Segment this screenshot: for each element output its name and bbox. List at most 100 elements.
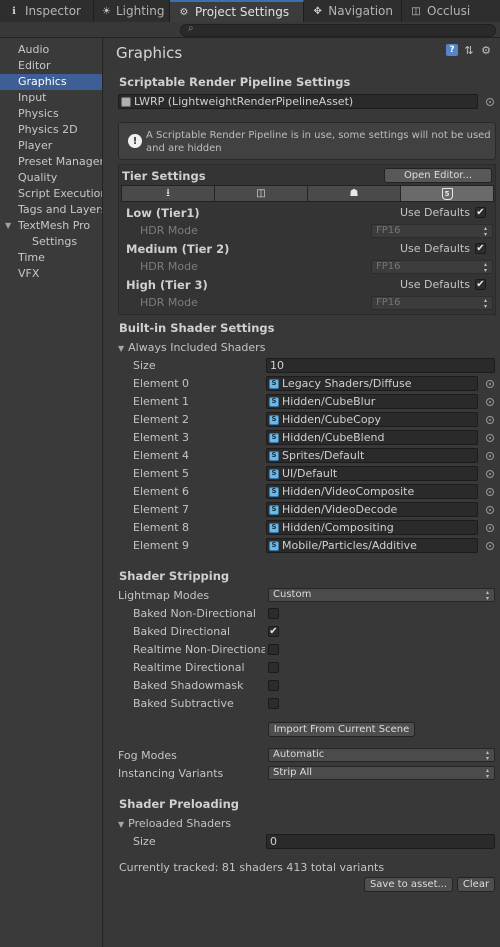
tab-project-settings[interactable]: ⚙ Project Settings [170, 0, 304, 22]
tier-medium-label: Medium (Tier 2) [126, 242, 230, 256]
lightmap-option-checkbox[interactable] [268, 608, 279, 619]
sidebar-item-tags-layers[interactable]: Tags and Layers [0, 202, 102, 218]
object-picker-icon[interactable] [486, 524, 494, 532]
size-label: Size [133, 359, 156, 372]
hdr-mode-label: HDR Mode [140, 296, 198, 309]
sidebar-item-editor[interactable]: Editor [0, 58, 102, 74]
shader-value: Hidden/Compositing [282, 521, 394, 534]
info-icon: ! [128, 134, 142, 148]
shader-value: UI/Default [282, 467, 338, 480]
element-label: Element 7 [133, 503, 190, 516]
shader-object-field[interactable]: S Mobile/Particles/Additive [266, 538, 478, 553]
download-icon: ⭳ [166, 186, 170, 199]
search-icon: ⌕ [188, 23, 194, 34]
tier-medium-use-defaults-checkbox[interactable]: ✔ [475, 243, 486, 254]
srp-asset-field[interactable]: LWRP (LightweightRenderPipelineAsset) [118, 94, 478, 109]
shader-object-field[interactable]: S Legacy Shaders/Diffuse [266, 376, 478, 391]
element-label: Element 8 [133, 521, 190, 534]
sidebar-item-physics-2d[interactable]: Physics 2D [0, 122, 102, 138]
sidebar-item-input[interactable]: Input [0, 90, 102, 106]
shader-value: Legacy Shaders/Diffuse [282, 377, 412, 390]
expanded-triangle-icon[interactable]: ▼ [5, 218, 11, 234]
object-picker-icon[interactable] [486, 488, 494, 496]
tab-platform-android[interactable]: ☗ [308, 186, 401, 201]
object-picker-icon[interactable] [486, 434, 494, 442]
shader-object-field[interactable]: S Hidden/CubeBlend [266, 430, 478, 445]
lightmap-option-checkbox[interactable]: ✔ [268, 626, 279, 637]
always-included-size-field[interactable]: 10 [266, 358, 495, 373]
sidebar-item-script-execution[interactable]: Script Execution Order [0, 186, 102, 202]
shader-object-field[interactable]: S Hidden/CubeBlur [266, 394, 478, 409]
help-book-icon[interactable]: ? [446, 44, 458, 56]
sidebar-item-audio[interactable]: Audio [0, 42, 102, 58]
search-input[interactable]: ⌕ [180, 23, 496, 37]
shader-value: Hidden/CubeCopy [282, 413, 382, 426]
lightmap-option-checkbox[interactable] [268, 662, 279, 673]
element-label: Element 4 [133, 449, 190, 462]
tab-inspector[interactable]: ℹ Inspector [0, 0, 94, 22]
object-picker-icon[interactable] [486, 542, 494, 550]
open-editor-button[interactable]: Open Editor... [384, 168, 492, 183]
save-to-asset-button[interactable]: Save to asset... [364, 877, 453, 892]
srp-heading: Scriptable Render Pipeline Settings [119, 75, 351, 89]
sidebar-item-textmesh-pro[interactable]: ▼ TextMesh Pro [0, 218, 102, 234]
tab-navigation[interactable]: ✥ Navigation [304, 0, 402, 22]
shader-object-field[interactable]: S Hidden/VideoDecode [266, 502, 478, 517]
tier-low-use-defaults-checkbox[interactable]: ✔ [475, 207, 486, 218]
navigation-icon: ✥ [313, 5, 322, 17]
tab-platform-webgl[interactable]: 5 [401, 186, 493, 201]
shader-object-field[interactable]: S UI/Default [266, 466, 478, 481]
object-picker-icon[interactable] [486, 416, 494, 424]
object-picker-icon[interactable] [486, 380, 494, 388]
always-included-foldout[interactable]: ▼ Always Included Shaders [118, 341, 265, 354]
shader-object-field[interactable]: S Hidden/CubeCopy [266, 412, 478, 427]
shader-object-field[interactable]: S Hidden/Compositing [266, 520, 478, 535]
object-picker-icon[interactable] [486, 452, 494, 460]
sidebar-item-time[interactable]: Time [0, 250, 102, 266]
lightmap-option-checkbox[interactable] [268, 680, 279, 691]
tier-high-use-defaults-checkbox[interactable]: ✔ [475, 279, 486, 290]
lightmap-modes-label: Lightmap Modes [118, 589, 210, 602]
tab-platform-standalone[interactable]: ⭳ [122, 186, 215, 201]
platform-tabs: ⭳ ◫ ☗ 5 [121, 185, 494, 202]
shader-object-field[interactable]: S Sprites/Default [266, 448, 478, 463]
object-picker-icon[interactable] [486, 470, 494, 478]
tier-medium-hdr-dropdown[interactable]: FP16 [371, 260, 493, 274]
shader-object-field[interactable]: S Hidden/VideoComposite [266, 484, 478, 499]
gear-icon[interactable]: ⚙ [480, 44, 492, 57]
preloaded-size-field[interactable]: 0 [266, 834, 495, 849]
sidebar-item-graphics[interactable]: Graphics [0, 74, 102, 90]
import-from-scene-button[interactable]: Import From Current Scene [268, 722, 415, 737]
fog-modes-label: Fog Modes [118, 749, 177, 762]
sidebar-item-label: TextMesh Pro [18, 219, 91, 232]
tier-high-hdr-dropdown[interactable]: FP16 [371, 296, 493, 310]
tab-occlusion[interactable]: ◫ Occlusi [402, 0, 500, 22]
lightmap-option-checkbox[interactable] [268, 644, 279, 655]
lightmap-option-checkbox[interactable] [268, 698, 279, 709]
object-picker-icon[interactable] [486, 506, 494, 514]
sidebar-item-textmesh-settings[interactable]: Settings [0, 234, 102, 250]
sidebar-item-vfx[interactable]: VFX [0, 266, 102, 282]
element-label: Element 0 [133, 377, 190, 390]
tier-settings-heading: Tier Settings [122, 169, 206, 183]
clear-button[interactable]: Clear [457, 877, 495, 892]
sidebar-item-quality[interactable]: Quality [0, 170, 102, 186]
tab-label: Project Settings [195, 5, 290, 19]
sidebar-item-preset-manager[interactable]: Preset Manager [0, 154, 102, 170]
sidebar-item-physics[interactable]: Physics [0, 106, 102, 122]
tier-low-hdr-dropdown[interactable]: FP16 [371, 224, 493, 238]
instancing-variants-dropdown[interactable]: Strip All [268, 766, 495, 780]
use-defaults-label: Use Defaults [400, 206, 470, 219]
lightmap-modes-dropdown[interactable]: Custom [268, 588, 495, 602]
srp-help-text: A Scriptable Render Pipeline is in use, … [146, 130, 491, 154]
object-picker-icon[interactable] [486, 98, 494, 106]
tab-lighting[interactable]: ☀ Lighting [94, 0, 170, 22]
sidebar-item-player[interactable]: Player [0, 138, 102, 154]
use-defaults-label: Use Defaults [400, 278, 470, 291]
fog-modes-dropdown[interactable]: Automatic [268, 748, 495, 762]
object-picker-icon[interactable] [486, 398, 494, 406]
tab-platform-switch[interactable]: ◫ [215, 186, 308, 201]
size-label: Size [133, 835, 156, 848]
preloaded-shaders-foldout[interactable]: ▼ Preloaded Shaders [118, 817, 231, 830]
preset-sliders-icon[interactable]: ⇅ [463, 44, 475, 57]
